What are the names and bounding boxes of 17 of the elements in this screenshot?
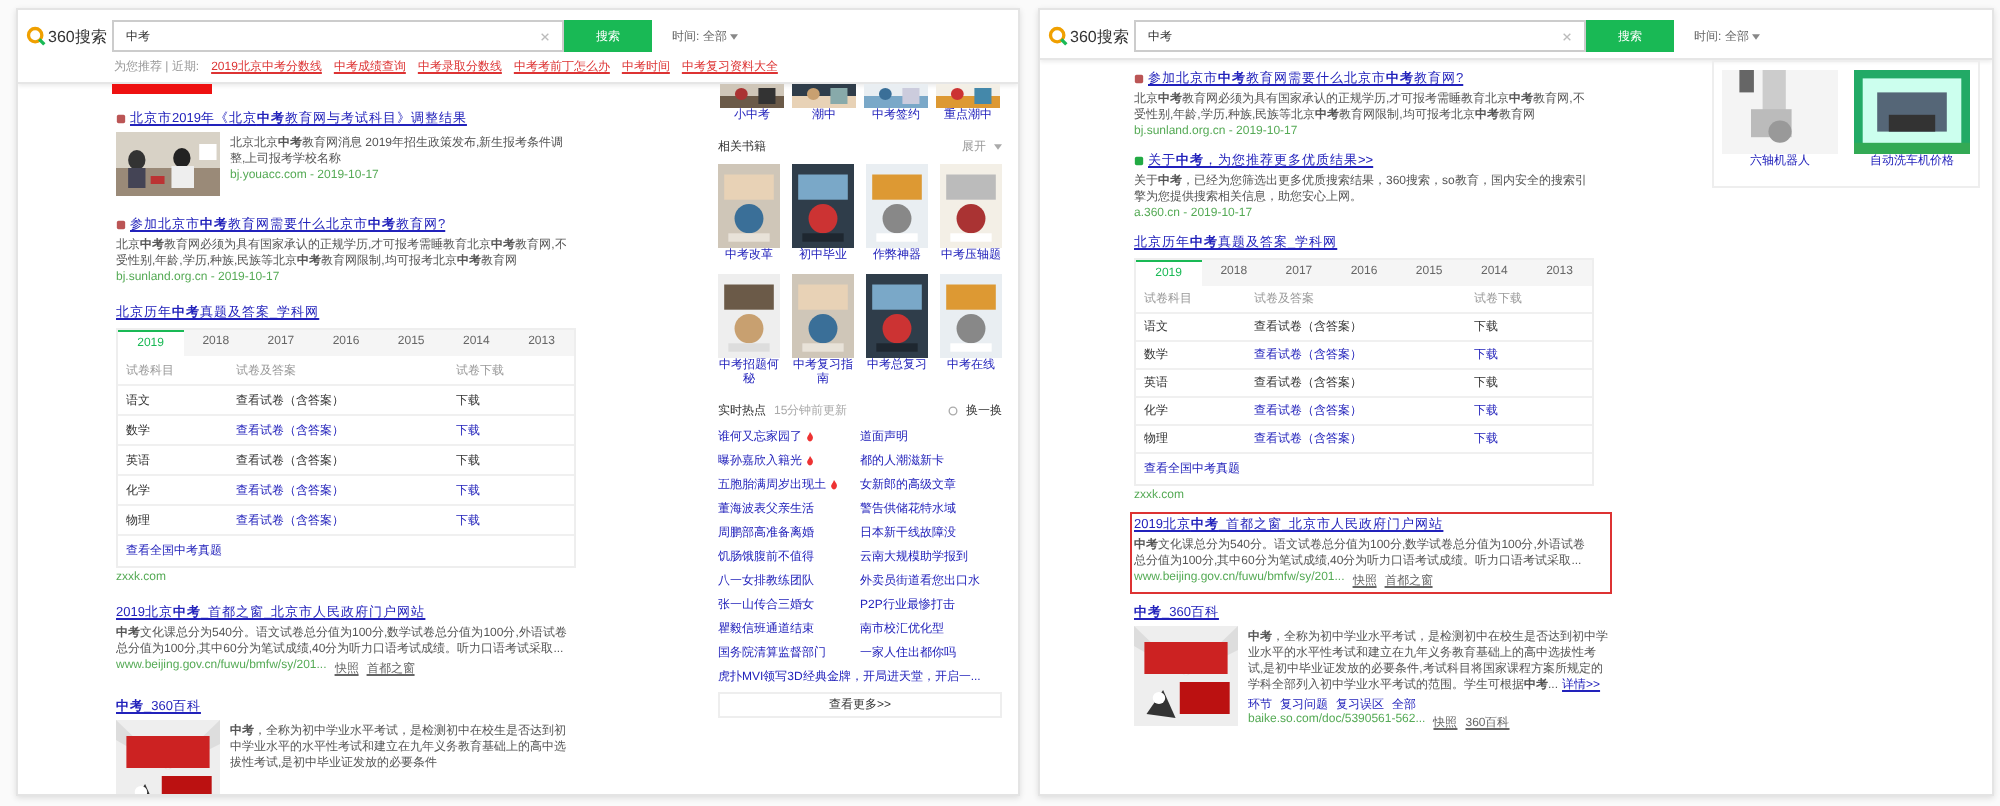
logo-text: 360搜索 bbox=[48, 25, 107, 47]
flame-icon bbox=[806, 456, 814, 466]
logo-text: 360搜索 bbox=[1070, 25, 1129, 47]
clear-icon[interactable] bbox=[540, 31, 550, 41]
caret-icon[interactable] bbox=[730, 33, 739, 39]
clear-icon[interactable] bbox=[1562, 31, 1572, 41]
caret-icon[interactable] bbox=[994, 144, 1002, 150]
refresh-icon[interactable] bbox=[948, 406, 958, 416]
site-favicon-icon bbox=[1134, 156, 1144, 166]
flame-icon bbox=[806, 432, 814, 442]
site-favicon-icon bbox=[1134, 74, 1144, 84]
site-favicon-icon bbox=[116, 114, 126, 124]
caret-icon[interactable] bbox=[1752, 33, 1761, 39]
search-logo-icon bbox=[1048, 26, 1068, 46]
site-favicon-icon bbox=[116, 220, 126, 230]
flame-icon bbox=[830, 480, 838, 490]
search-logo-icon bbox=[26, 26, 46, 46]
